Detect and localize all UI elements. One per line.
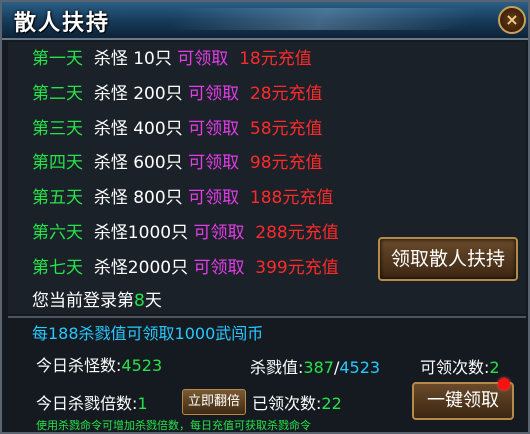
claim-status: 可领取 (188, 153, 240, 173)
task-row-day6: 第六天 杀怪1000只 可领取 288元充值 (32, 218, 339, 248)
multiplier-label: 今日杀戮倍数: (36, 394, 138, 413)
reward-label: 98元充值 (249, 153, 323, 173)
claimed-stat: 已领次数:22 (252, 390, 342, 414)
title-bar: 散人扶持 × (2, 2, 528, 40)
claimable-label: 可领次数: (420, 358, 490, 377)
kill-count-value: 4523 (121, 356, 163, 375)
close-button[interactable]: × (498, 6, 526, 34)
login-day-text: 您当前登录第8天 (32, 286, 162, 311)
task-row-day3: 第三天 杀怪 400只 可领取 58元充值 (32, 114, 323, 144)
reward-label: 288元充值 (255, 223, 339, 243)
task-label: 杀怪2000只 (93, 258, 189, 278)
claimed-label: 已领次数: (252, 394, 322, 413)
multiplier-stat: 今日杀戮倍数:1 (36, 390, 148, 414)
task-row-day5: 第五天 杀怪 800只 可领取 188元充值 (32, 183, 333, 213)
claim-status: 可领取 (193, 223, 245, 243)
reward-label: 58元充值 (249, 119, 323, 139)
reward-label: 399元充值 (255, 258, 339, 278)
kill-count-stat: 今日杀怪数:4523 (36, 352, 162, 376)
claim-status: 可领取 (188, 188, 240, 208)
day-label: 第六天 (32, 223, 83, 243)
task-label: 杀怪 200只 (93, 84, 183, 104)
reward-label: 188元充值 (249, 188, 334, 208)
kill-count-label: 今日杀怪数: (36, 356, 122, 375)
claim-status: 可领取 (193, 258, 245, 278)
tip-text: 使用杀戮命令可增加杀戮倍数，每日充值可获取杀戮命令 (36, 419, 311, 432)
claim-status: 可领取 (188, 119, 240, 139)
day-label: 第二天 (32, 84, 83, 104)
exchange-rate-text: 每188杀戮值可领取1000武闯币 (32, 324, 264, 343)
support-panel: 散人扶持 × 第一天 杀怪 10只 可领取 18元充值 第二天 杀怪 200只 … (0, 0, 530, 434)
claim-status: 可领取 (177, 49, 229, 69)
slaughter-stat: 杀戮值:387/4523 (250, 354, 380, 378)
close-icon: × (505, 10, 519, 29)
title-decoration (166, 8, 478, 30)
task-label: 杀怪 600只 (93, 153, 183, 173)
day-label: 第五天 (32, 188, 83, 208)
notification-dot-icon (498, 378, 510, 390)
panel-title: 散人扶持 (14, 11, 111, 36)
slaughter-max: 4523 (339, 358, 381, 377)
login-prefix: 您当前登录第 (32, 291, 134, 311)
slaughter-current: 387 (303, 358, 334, 377)
task-row-day2: 第二天 杀怪 200只 可领取 28元充值 (32, 79, 323, 109)
task-label: 杀怪 800只 (93, 188, 183, 208)
claimed-value: 22 (321, 394, 342, 413)
slaughter-label: 杀戮值: (250, 358, 304, 377)
task-label: 杀怪1000只 (93, 223, 189, 243)
claim-status: 可领取 (188, 84, 240, 104)
claim-support-button[interactable]: 领取散人扶持 (378, 237, 518, 281)
day-label: 第四天 (32, 153, 83, 173)
reward-label: 18元充值 (239, 49, 312, 69)
task-row-day4: 第四天 杀怪 600只 可领取 98元充值 (32, 148, 323, 178)
claimable-value: 2 (489, 358, 500, 377)
day-label: 第一天 (32, 49, 83, 69)
multiplier-value: 1 (137, 394, 148, 413)
login-day-value: 8 (134, 291, 145, 311)
reward-label: 28元充值 (249, 84, 323, 104)
task-label: 杀怪 400只 (93, 119, 183, 139)
claimable-stat: 可领次数:2 (420, 354, 500, 378)
day-label: 第七天 (32, 258, 83, 278)
task-row-day7: 第七天 杀怪2000只 可领取 399元充值 (32, 253, 339, 283)
double-now-button[interactable]: 立即翻倍 (182, 389, 246, 415)
login-suffix: 天 (144, 291, 162, 311)
task-row-day1: 第一天 杀怪 10只 可领取 18元充值 (32, 44, 312, 74)
day-label: 第三天 (32, 119, 83, 139)
task-label: 杀怪 10只 (93, 49, 172, 69)
